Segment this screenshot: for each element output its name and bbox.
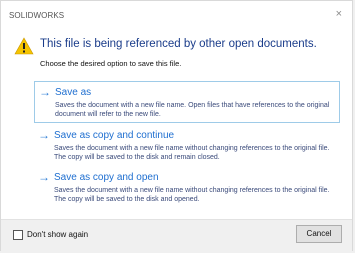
save-dialog: SOLIDWORKS × This file is being referenc…	[0, 0, 353, 253]
option-description: Saves the document with a new file name.…	[55, 102, 330, 118]
dont-show-again-checkbox[interactable]	[13, 230, 23, 240]
arrow-right-icon: →	[39, 85, 51, 99]
option-description: Saves the document with a new file name …	[54, 187, 330, 203]
dont-show-again-label: Don't show again	[27, 230, 89, 239]
arrow-right-icon: →	[38, 170, 50, 184]
arrow-right-icon: →	[38, 128, 50, 142]
option-title: Save as	[55, 86, 92, 98]
option-save-as-copy-continue[interactable]: → Save as copy and continue Saves the do…	[34, 125, 340, 165]
warning-icon	[14, 37, 34, 55]
message-instruction: Choose the desired option to save this f…	[40, 59, 182, 68]
option-save-as[interactable]: → Save as Saves the document with a new …	[34, 81, 340, 123]
option-description: Saves the document with a new file name …	[54, 145, 330, 161]
cancel-button[interactable]: Cancel	[296, 225, 342, 243]
title-bar: SOLIDWORKS ×	[1, 1, 352, 27]
option-title: Save as copy and open	[54, 171, 159, 183]
option-save-as-copy-open[interactable]: → Save as copy and open Saves the docume…	[34, 167, 340, 207]
message-headline: This file is being referenced by other o…	[40, 38, 317, 50]
dialog-footer: Don't show again Cancel	[1, 219, 352, 253]
option-title: Save as copy and continue	[54, 129, 175, 141]
close-icon[interactable]: ×	[336, 8, 342, 20]
window-title: SOLIDWORKS	[9, 11, 65, 20]
